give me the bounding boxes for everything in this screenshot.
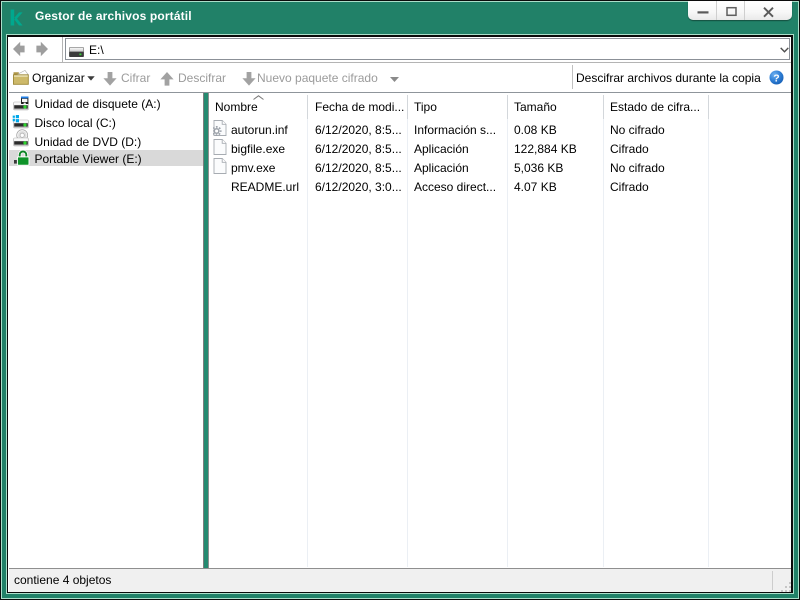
svg-text:?: ? (773, 72, 779, 84)
